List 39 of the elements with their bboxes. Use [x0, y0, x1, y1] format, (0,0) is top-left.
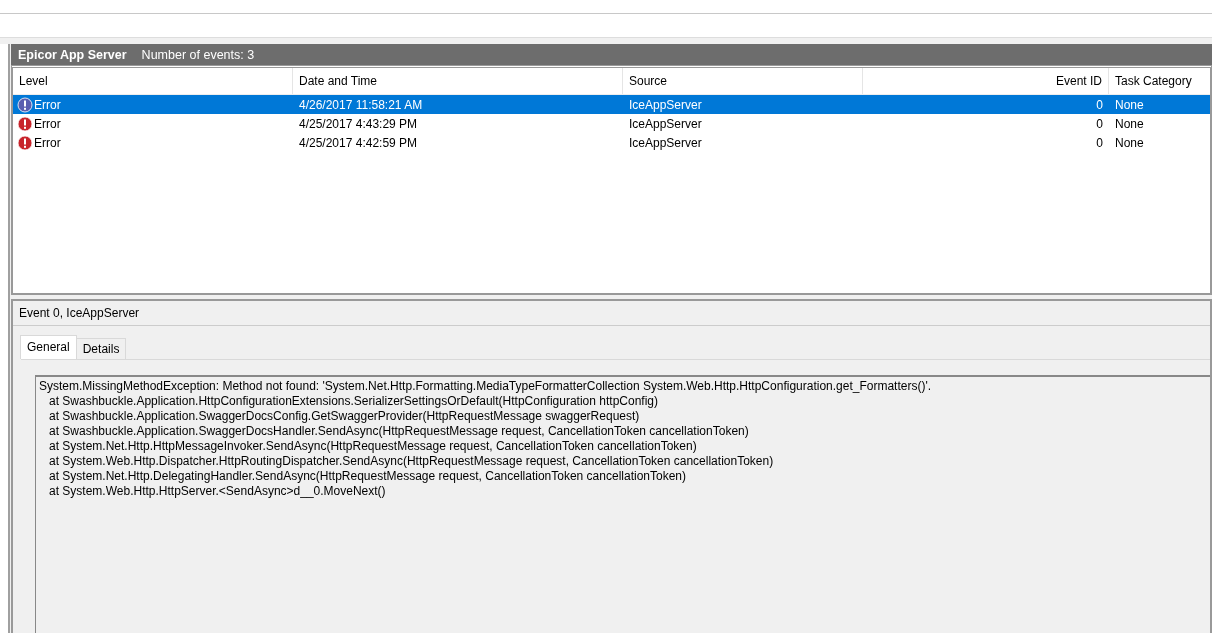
table-cell-text: 4/25/2017 4:43:29 PM	[298, 116, 419, 131]
table-cell-text: 4/26/2017 11:58:21 AM	[298, 97, 424, 112]
message-line: at System.Web.Http.HttpServer.<SendAsync>d__0.MoveNext()	[48, 484, 387, 499]
table-cell-text: None	[1114, 97, 1145, 112]
error-icon	[17, 115, 33, 132]
table-cell-text: 0	[1095, 135, 1104, 150]
event-row[interactable]: Error 4/26/2017 11:58:21 AM IceAppServer 0 None	[13, 95, 1210, 114]
message-line: at Swashbuckle.Application.SwaggerDocsConfig.GetSwaggerProvider(HttpRequestMessage swaggerRequest)	[48, 409, 641, 424]
table-cell-text: IceAppServer	[628, 116, 703, 131]
level-text: Error	[34, 116, 61, 131]
level-text: Error	[34, 135, 61, 150]
tab[interactable]: General	[20, 335, 77, 359]
tab[interactable]: Details	[75, 338, 127, 359]
message-line: at System.Web.Http.Dispatcher.HttpRoutingDispatcher.SendAsync(HttpRequestMessage request, CancellationToken cancellationToken)	[48, 454, 775, 469]
column-header[interactable]: Date and Time	[293, 68, 623, 94]
table-cell-text: None	[1114, 116, 1145, 131]
column-header[interactable]: Task Category	[1109, 68, 1210, 94]
table-cell-text: 0	[1095, 97, 1104, 112]
message-line: at System.Net.Http.HttpMessageInvoker.SendAsync(HttpRequestMessage request, CancellationToken cancellationToken)	[48, 439, 698, 454]
table-cell-text: None	[1114, 135, 1145, 150]
column-header[interactable]: Event ID	[863, 68, 1109, 94]
event-count: Number of events: 3	[141, 47, 255, 62]
event-row[interactable]: Error 4/25/2017 4:42:59 PM IceAppServer 0 None	[13, 133, 1210, 152]
message-line: at Swashbuckle.Application.SwaggerDocsHandler.SendAsync(HttpRequestMessage request, CancellationToken cancellationToken)	[48, 424, 750, 439]
column-header[interactable]: Source	[623, 68, 863, 94]
table-cell-text: 4/25/2017 4:42:59 PM	[298, 135, 419, 150]
message-line: at Swashbuckle.Application.HttpConfigurationExtensions.SerializerSettingsOrDefault(HttpConfiguration httpConfig)	[48, 394, 659, 409]
message-line: System.MissingMethodException: Method not found: 'System.Net.Http.Formatting.MediaTypeFormatterCollection System.Web.Http.HttpConfiguration.get_Formatters()'.	[39, 379, 933, 394]
error-icon	[17, 134, 33, 151]
log-title: Epicor App Server	[18, 47, 127, 62]
error-icon	[17, 96, 33, 113]
event-row[interactable]: Error 4/25/2017 4:43:29 PM IceAppServer 0 None	[13, 114, 1210, 133]
table-cell-text: IceAppServer	[628, 97, 703, 112]
event-title: Event 0, IceAppServer	[13, 301, 1210, 326]
message-line: at System.Net.Http.DelegatingHandler.SendAsync(HttpRequestMessage request, CancellationToken cancellationToken)	[48, 469, 687, 484]
table-cell-text: 0	[1095, 116, 1104, 131]
column-header[interactable]: Level	[13, 68, 293, 94]
table-cell-text: IceAppServer	[628, 135, 703, 150]
level-text: Error	[34, 97, 61, 112]
